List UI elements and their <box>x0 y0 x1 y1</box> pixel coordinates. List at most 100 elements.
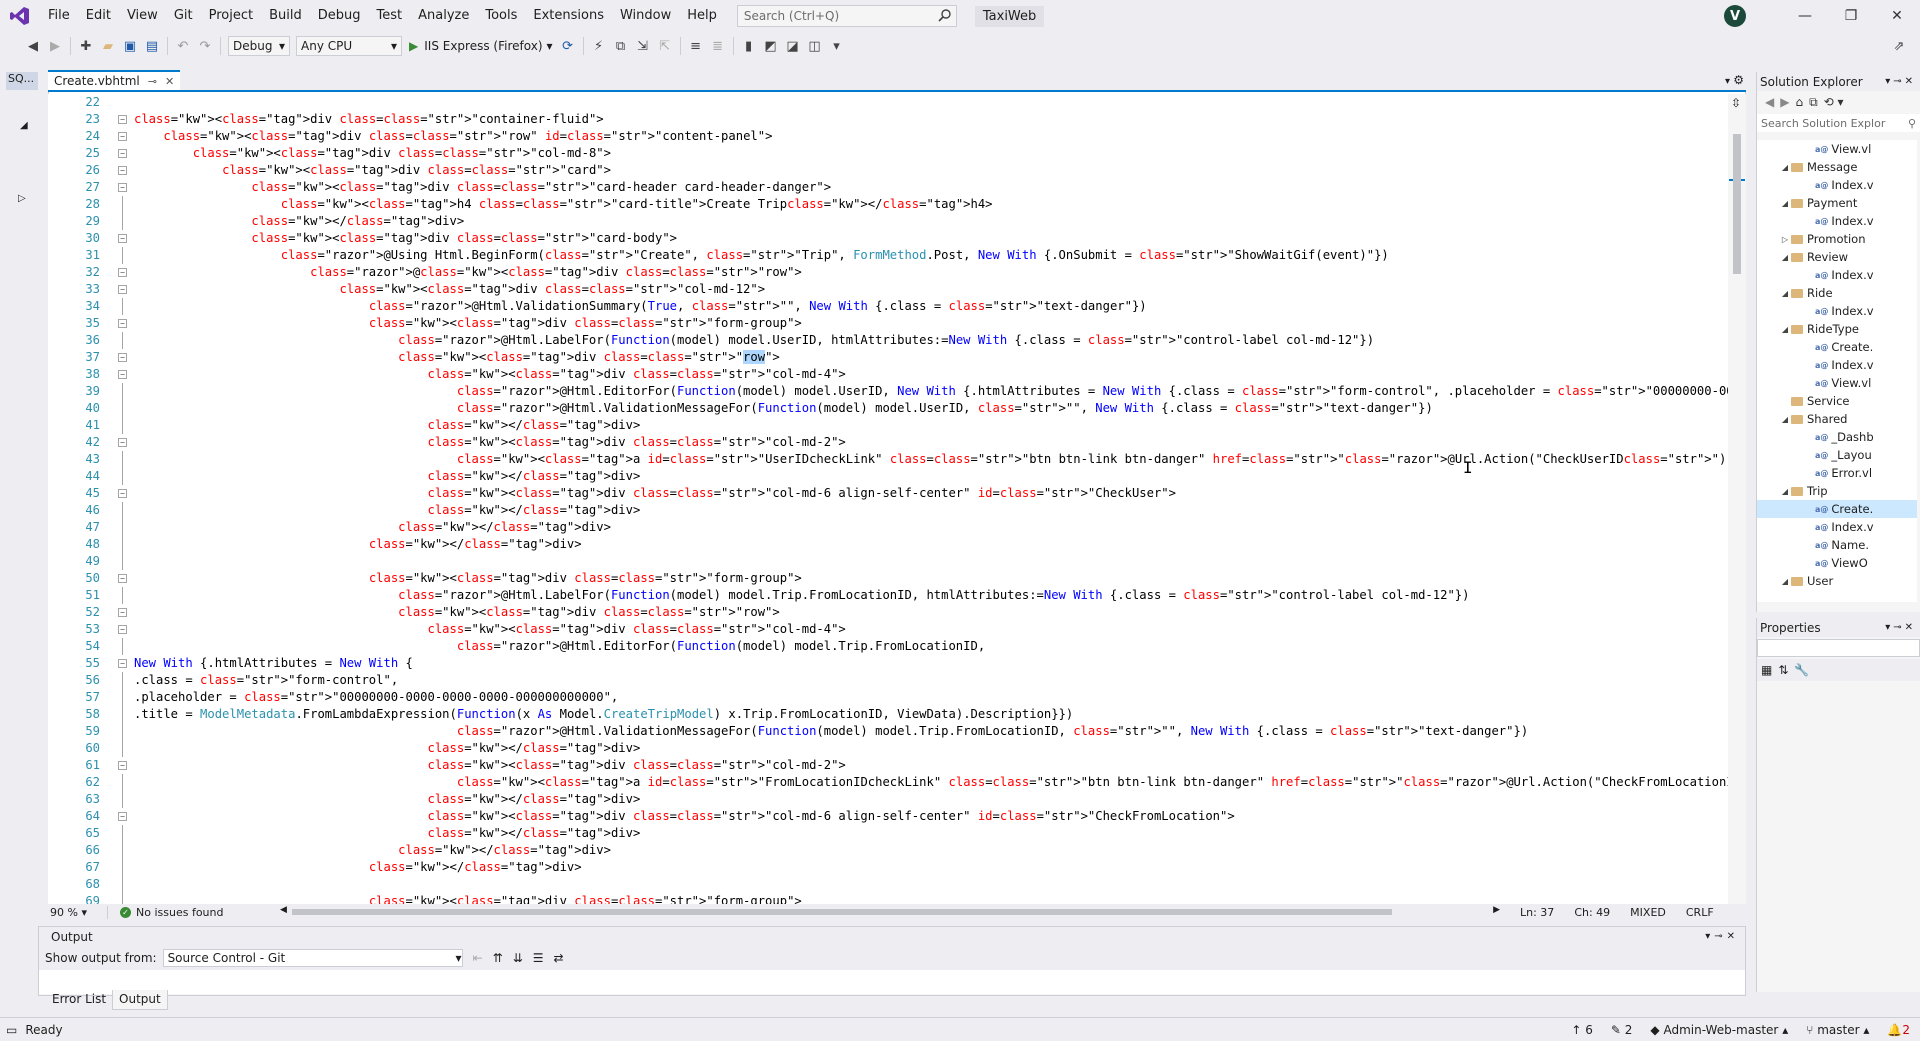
code-line[interactable]: 69 class="kw"><class="tag">div class=cla… <box>48 893 1728 904</box>
output-source-select[interactable]: Source Control - Git ▾ <box>162 949 463 967</box>
collapse-arrow-icon[interactable]: ◢ <box>1779 163 1791 172</box>
collapse-region-icon[interactable]: − <box>118 812 127 821</box>
tree-folder[interactable]: ◢ Ride <box>1757 284 1917 302</box>
menu-item-view[interactable]: View <box>119 0 166 32</box>
step-into-icon[interactable]: ⇱ <box>654 35 676 57</box>
code-line[interactable]: 37 − class="kw"><class="tag">div class=cl… <box>48 349 1728 366</box>
collapse-region-icon[interactable]: − <box>118 659 127 668</box>
pin-icon[interactable]: ⊸ <box>1714 931 1726 942</box>
collapse-region-icon[interactable]: − <box>118 268 127 277</box>
code-line[interactable]: 61 − class="kw"><class="tag">div class=cl… <box>48 757 1728 774</box>
code-line[interactable]: 42 − class="kw"><class="tag">div class=cl… <box>48 434 1728 451</box>
pin-icon[interactable]: ⊸ <box>1893 76 1904 87</box>
step-over-icon[interactable]: ⇲ <box>632 35 654 57</box>
code-line[interactable]: 41 class="kw"></class="tag">div> <box>48 417 1728 434</box>
collapse-arrow-icon[interactable]: ◢ <box>1779 199 1791 208</box>
collapse-arrow-icon[interactable]: ◢ <box>1779 415 1791 424</box>
solution-search-input[interactable]: Search Solution Explor ⚲ <box>1757 114 1920 132</box>
tree-file[interactable]: a@ Create. <box>1757 500 1917 518</box>
code-line[interactable]: 50 − class="kw"><class="tag">div class=cl… <box>48 570 1728 587</box>
collapse-region-icon[interactable]: − <box>118 608 127 617</box>
vertical-scrollbar[interactable]: ⇳ <box>1728 94 1746 904</box>
tree-folder[interactable]: ◢ RideType <box>1757 320 1917 338</box>
redo-icon[interactable]: ↷ <box>194 35 216 57</box>
code-line[interactable]: 24 − class="kw"><class="tag">div class=cl… <box>48 128 1728 145</box>
back-icon[interactable]: ◀ <box>22 35 44 57</box>
tree-file[interactable]: a@ Index.v <box>1757 212 1917 230</box>
collapse-arrow-icon[interactable]: ◢ <box>1779 577 1791 586</box>
alphabetical-icon[interactable]: ⇅ <box>1778 663 1788 677</box>
live-share-icon[interactable]: ⇗ <box>1888 35 1910 57</box>
undo-icon[interactable]: ↶ <box>172 35 194 57</box>
collapse-region-icon[interactable]: − <box>118 438 127 447</box>
tab-error-list[interactable]: Error List <box>46 990 112 1010</box>
code-line[interactable]: 44 class="kw"></class="tag">div> <box>48 468 1728 485</box>
scroll-thumb[interactable] <box>1733 134 1741 274</box>
menu-item-file[interactable]: File <box>40 0 78 32</box>
notifications-icon[interactable]: 🔔2 <box>1887 1023 1910 1037</box>
collapse-region-icon[interactable]: − <box>118 353 127 362</box>
configuration-select[interactable]: Debug ▾ <box>228 36 290 56</box>
code-line[interactable]: 56 .class = class="str">"form-control", <box>48 672 1728 689</box>
menu-item-help[interactable]: Help <box>679 0 725 32</box>
forward-icon[interactable]: ▶ <box>44 35 66 57</box>
scroll-right-icon[interactable]: ▶ <box>1493 905 1500 915</box>
tree-folder[interactable]: ◢ User <box>1757 572 1917 590</box>
code-line[interactable]: 64 − class="kw"><class="tag">div class=cl… <box>48 808 1728 825</box>
code-line[interactable]: 38 − class="kw"><class="tag">div class=cl… <box>48 366 1728 383</box>
code-line[interactable]: 48 class="kw"></class="tag">div> <box>48 536 1728 553</box>
menu-item-git[interactable]: Git <box>166 0 201 32</box>
code-line[interactable]: 65 class="kw"></class="tag">div> <box>48 825 1728 842</box>
refresh-icon[interactable]: ⟳ <box>557 35 579 57</box>
menu-item-analyze[interactable]: Analyze <box>410 0 477 32</box>
output-content[interactable] <box>39 970 1745 994</box>
h-scroll-thumb[interactable] <box>292 909 1392 915</box>
code-line[interactable]: 68 <box>48 876 1728 893</box>
menu-item-extensions[interactable]: Extensions <box>525 0 612 32</box>
avatar[interactable]: V <box>1724 5 1746 27</box>
menu-item-build[interactable]: Build <box>261 0 310 32</box>
code-line[interactable]: 22 <box>48 94 1728 111</box>
pin-icon[interactable]: ⊸ <box>148 75 157 88</box>
restore-button[interactable]: ❐ <box>1828 0 1874 32</box>
menu-item-debug[interactable]: Debug <box>310 0 369 32</box>
code-line[interactable]: 52 − class="kw"><class="tag">div class=cl… <box>48 604 1728 621</box>
collapse-arrow-icon[interactable]: ◢ <box>1779 487 1791 496</box>
categorized-icon[interactable]: ▦ <box>1761 663 1772 677</box>
platform-select[interactable]: Any CPU ▾ <box>296 36 402 56</box>
property-pages-icon[interactable]: 🔧 <box>1794 663 1809 677</box>
code-line[interactable]: 66 class="kw"></class="tag">div> <box>48 842 1728 859</box>
close-icon[interactable]: ✕ <box>1905 76 1916 87</box>
comment-icon[interactable]: ≡ <box>685 35 707 57</box>
tree-file[interactable]: a@ View.vl <box>1757 140 1917 158</box>
dropdown-icon[interactable]: ▾ <box>1885 76 1893 87</box>
new-project-icon[interactable]: ✚ <box>75 35 97 57</box>
previous-message-icon[interactable]: ⇈ <box>493 951 503 965</box>
bookmark-icon[interactable]: ▮ <box>738 35 760 57</box>
collapse-region-icon[interactable]: − <box>118 319 127 328</box>
menu-item-tools[interactable]: Tools <box>477 0 525 32</box>
code-line[interactable]: 27 − class="kw"><class="tag">div class=cl… <box>48 179 1728 196</box>
search-input[interactable]: Search (Ctrl+Q) <box>736 5 957 27</box>
menu-item-test[interactable]: Test <box>369 0 411 32</box>
switch-views-icon[interactable]: ⧉ <box>1809 95 1818 110</box>
properties-object-select[interactable] <box>1757 639 1920 657</box>
clear-bookmarks-icon[interactable]: ◫ <box>804 35 826 57</box>
tree-file[interactable]: a@ Index.v <box>1757 356 1917 374</box>
code-line[interactable]: 36 class="razor">@Html.LabelFor(Function… <box>48 332 1728 349</box>
code-line[interactable]: 23 − class="kw"><class="tag">div class=cla… <box>48 111 1728 128</box>
code-line[interactable]: 26 − class="kw"><class="tag">div class=cl… <box>48 162 1728 179</box>
code-line[interactable]: 25 − class="kw"><class="tag">div class=cl… <box>48 145 1728 162</box>
dropdown-icon[interactable]: ▾ <box>1705 931 1714 942</box>
close-icon[interactable]: ✕ <box>165 75 174 88</box>
tree-file[interactable]: a@ _Dashb <box>1757 428 1917 446</box>
line-number[interactable]: Ln: 37 <box>1520 906 1554 919</box>
collapse-region-icon[interactable]: − <box>118 115 127 124</box>
save-all-icon[interactable]: ▤ <box>141 35 163 57</box>
tree-file[interactable]: a@ _Layou <box>1757 446 1917 464</box>
code-line[interactable]: 40 class="razor">@Html.ValidationMessage… <box>48 400 1728 417</box>
indent-mode[interactable]: MIXED <box>1630 906 1666 919</box>
menu-item-edit[interactable]: Edit <box>78 0 119 32</box>
code-line[interactable]: 30 − class="kw"><class="tag">div class=cl… <box>48 230 1728 247</box>
expand-arrow-icon[interactable]: ▷ <box>1779 235 1791 244</box>
